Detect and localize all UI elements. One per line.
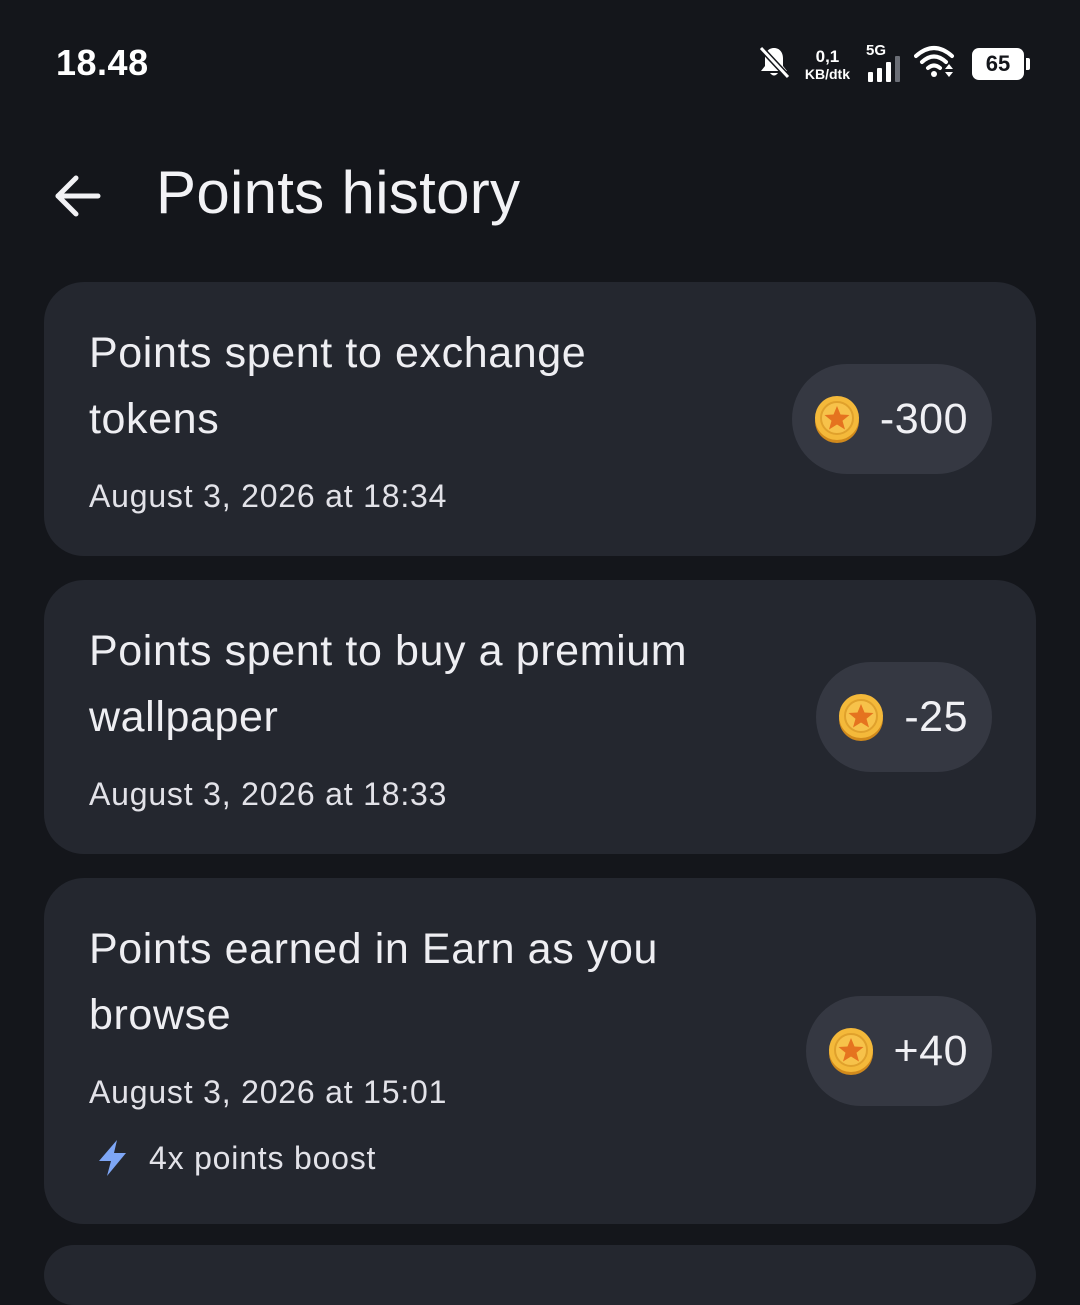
app-bar: Points history <box>0 140 1080 250</box>
history-item-title-line: Points spent to buy a premium <box>89 627 688 675</box>
history-item-date: August 3, 2026 at 15:01 <box>89 1074 448 1110</box>
history-item[interactable]: Points earned in Earn as you browse Augu… <box>44 878 1036 1224</box>
battery-indicator: 65 <box>972 48 1030 80</box>
network-speed-unit: KB/dtk <box>804 65 850 82</box>
star-coin-icon <box>828 1028 873 1075</box>
history-item[interactable]: Points spent to exchange tokens August 3… <box>44 282 1036 556</box>
history-item-title: Points spent to exchange tokens <box>89 320 739 452</box>
wifi-icon <box>914 44 956 85</box>
points-amount-chip: -25 <box>816 662 992 772</box>
network-speed: 0,1 KB/dtk <box>805 48 850 81</box>
history-item[interactable]: Points spent to buy a premium wallpaper … <box>44 580 1036 854</box>
lightning-bolt-icon <box>99 1140 126 1176</box>
status-icons: 0,1 KB/dtk 5G 65 <box>757 42 1030 86</box>
points-amount: -300 <box>879 394 968 443</box>
status-time: 18.48 <box>56 42 149 83</box>
back-button[interactable] <box>40 160 116 236</box>
page-title: Points history <box>156 159 521 226</box>
cellular-signal-icon: 5G <box>866 42 906 84</box>
notifications-off-icon <box>757 44 791 85</box>
history-item-title-line: browse <box>89 991 232 1039</box>
points-amount: +40 <box>893 1026 968 1075</box>
history-item-title: Points earned in Earn as you browse <box>89 916 739 1048</box>
history-item-title: Points spent to buy a premium wallpaper <box>89 618 739 750</box>
history-item-title-line: Points spent to exchange <box>89 329 587 377</box>
status-bar: 18.48 0,1 KB/dtk 5G 65 <box>0 0 1080 120</box>
star-coin-icon <box>839 694 884 741</box>
history-item-title-line: wallpaper <box>89 693 279 741</box>
history-item-title-line: Points earned in Earn as you <box>89 925 658 973</box>
points-amount: -25 <box>904 692 968 741</box>
network-speed-value: 0,1 <box>815 46 840 66</box>
history-item-date: August 3, 2026 at 18:33 <box>89 776 448 812</box>
history-item-title-line: tokens <box>89 395 220 443</box>
points-amount-chip: +40 <box>805 996 992 1106</box>
points-boost-badge: 4x points boost <box>89 1138 376 1178</box>
history-item-date: August 3, 2026 at 18:34 <box>89 478 448 514</box>
star-coin-icon <box>814 396 859 443</box>
history-item-partial[interactable] <box>44 1245 1036 1305</box>
arrow-left-icon <box>52 170 104 227</box>
points-amount-chip: -300 <box>791 364 992 474</box>
boost-label: 4x points boost <box>149 1139 377 1176</box>
